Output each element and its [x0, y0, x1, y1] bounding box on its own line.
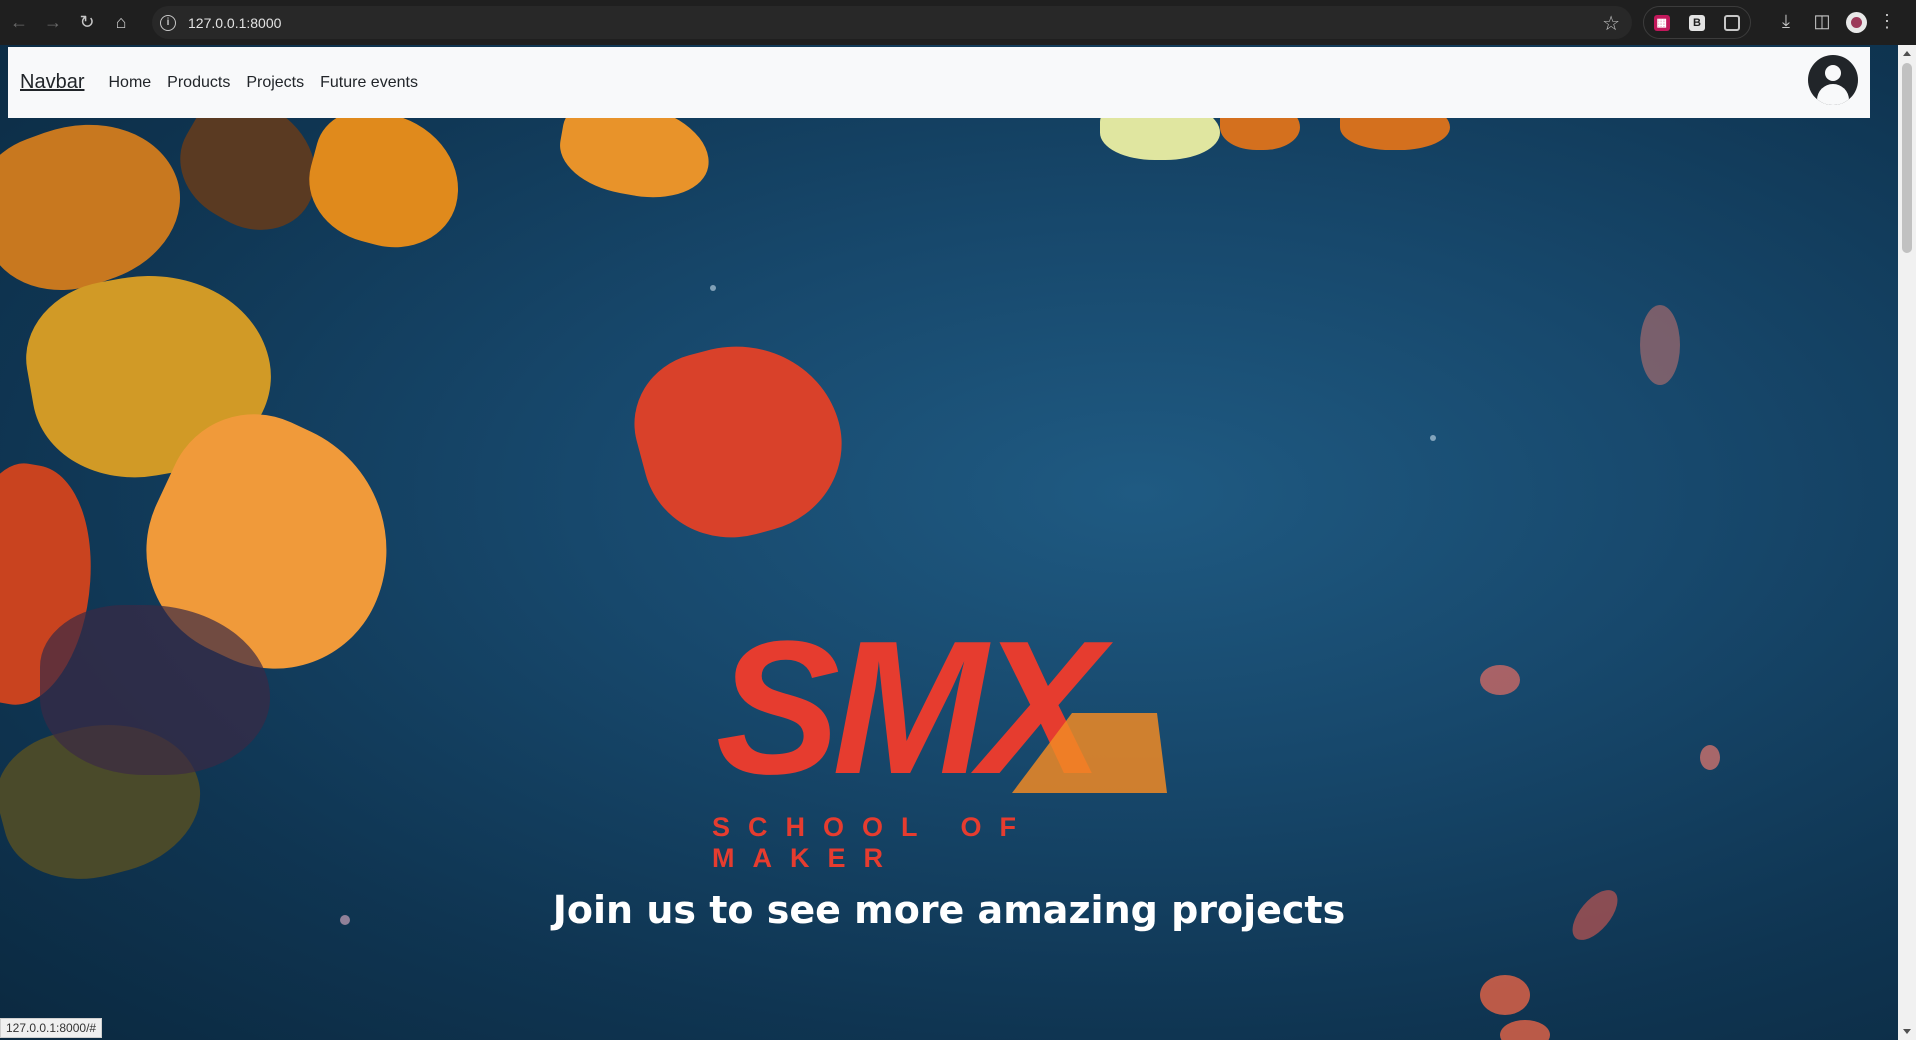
back-icon[interactable]: ←: [4, 8, 34, 38]
speck-decoration: [1500, 1020, 1550, 1040]
nav-link-projects[interactable]: Projects: [246, 74, 304, 92]
hero-tagline: Join us to see more amazing projects: [552, 888, 1346, 932]
site-info-icon[interactable]: i: [160, 14, 176, 31]
download-icon[interactable]: ⤓: [1775, 11, 1797, 32]
side-panel-icon[interactable]: ◫: [1811, 11, 1833, 32]
bookmark-star-icon[interactable]: ☆: [1602, 11, 1620, 36]
home-icon[interactable]: ⌂: [106, 8, 136, 38]
b-extension-icon[interactable]: B: [1688, 14, 1705, 31]
logo-subtitle: SCHOOL OF MAKER: [712, 812, 1035, 873]
grid-extension-icon[interactable]: ▦: [1653, 14, 1670, 31]
speck-decoration: [1640, 305, 1680, 385]
extensions-puzzle-icon[interactable]: [1724, 14, 1741, 31]
user-account-icon[interactable]: [1808, 55, 1858, 105]
maple-leaf-decoration: [618, 322, 862, 558]
scroll-down-icon[interactable]: [1903, 1029, 1911, 1034]
nav-link-future-events[interactable]: Future events: [320, 74, 418, 92]
top-navbar: Navbar Home Products Projects Future eve…: [8, 47, 1870, 118]
extensions-group: ▦ B: [1643, 6, 1751, 39]
reload-icon[interactable]: ↻: [72, 8, 102, 38]
browser-toolbar: ← → ↻ ⌂ i 127.0.0.1:8000 ☆ ▦ B ⤓ ◫ ⋮: [0, 0, 1916, 45]
leaf-decoration: [295, 97, 475, 263]
page-scrollbar[interactable]: [1898, 45, 1916, 1040]
logo-x-accent: [1012, 713, 1167, 793]
nav-link-products[interactable]: Products: [167, 74, 230, 92]
speck-decoration: [1700, 745, 1720, 770]
speck-decoration: [1480, 975, 1530, 1015]
speck-decoration: [1480, 665, 1520, 695]
speck-decoration: [1430, 435, 1436, 441]
menu-kebab-icon[interactable]: ⋮: [1876, 11, 1898, 32]
speck-decoration: [710, 285, 716, 291]
scroll-up-icon[interactable]: [1903, 51, 1911, 56]
navbar-brand[interactable]: Navbar: [20, 71, 84, 94]
address-url[interactable]: 127.0.0.1:8000: [188, 15, 281, 31]
status-bar-url: 127.0.0.1:8000/#: [0, 1018, 103, 1038]
profile-avatar-icon[interactable]: [1846, 12, 1867, 33]
smx-logo: SMX: [712, 613, 1172, 803]
forward-icon[interactable]: →: [38, 8, 68, 38]
address-bar[interactable]: i 127.0.0.1:8000 ☆: [152, 6, 1632, 39]
nav-link-home[interactable]: Home: [108, 74, 151, 92]
scrollbar-thumb[interactable]: [1902, 63, 1912, 253]
